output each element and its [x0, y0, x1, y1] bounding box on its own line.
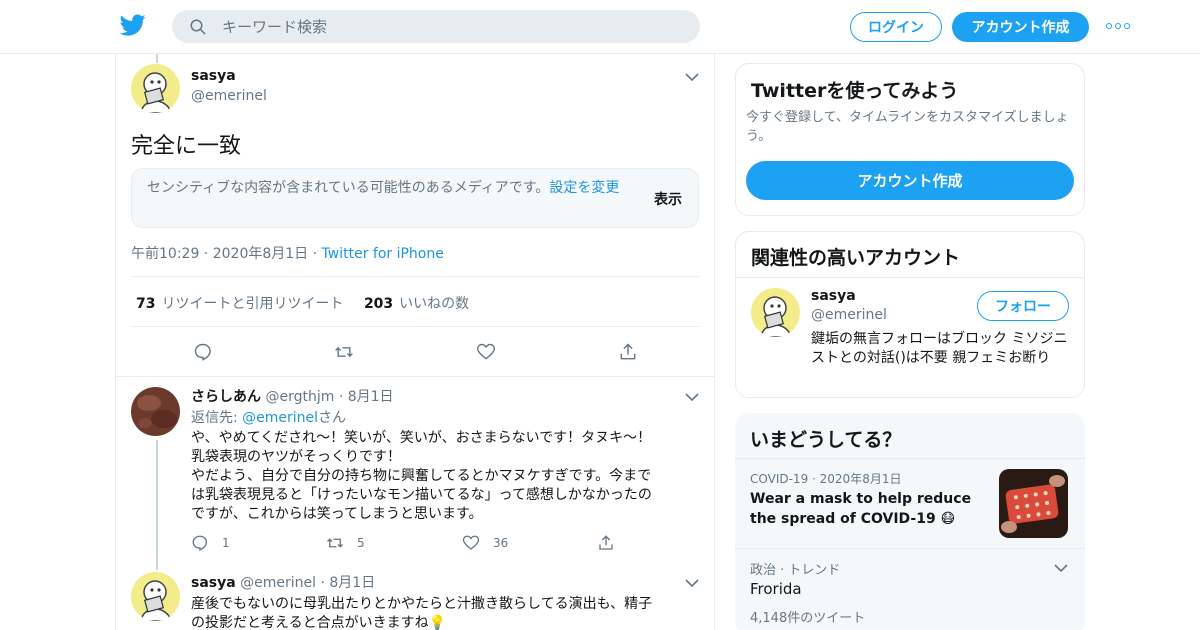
divider	[736, 277, 1084, 278]
news-thumbnail	[999, 469, 1068, 538]
tweet-metadata: 午前10:29 · 2020年8月1日 · Twitter for iPhone	[131, 246, 444, 262]
retweet-icon[interactable]	[326, 534, 344, 552]
news-item[interactable]: COVID-19 · 2020年8月1日 Wear a mask to help…	[735, 459, 1085, 548]
divider	[116, 376, 714, 377]
change-settings-link[interactable]: 設定を変更	[549, 180, 619, 196]
reply-text: や、やめてくだされ〜！笑いが、笑いが、おさまらないです！タヌキ〜！ 乳袋表現のヤ…	[191, 430, 652, 522]
sensitive-media-notice: センシティブな内容が含まれている可能性のあるメディアです。設定を変更 表示	[131, 168, 699, 228]
author-handle[interactable]: @emerinel	[191, 88, 267, 104]
share-icon[interactable]	[618, 342, 638, 362]
like-count: 36	[493, 536, 509, 550]
chevron-down-icon[interactable]	[685, 72, 699, 82]
twitter-bird-icon[interactable]	[120, 12, 146, 38]
author-name[interactable]: sasya	[191, 575, 236, 591]
retweet-icon[interactable]	[334, 342, 354, 362]
trends-card-title: いまどうしてる？	[750, 429, 902, 451]
signup-card: Twitterを使ってみよう 今すぐ登録して、タイムラインをカスタマイズしましょ…	[735, 63, 1085, 216]
tweet-date[interactable]: 8月1日	[329, 575, 375, 591]
like-action[interactable]: 36	[462, 534, 508, 552]
trend-name: Frorida	[750, 580, 802, 598]
related-account-handle[interactable]: @emerinel	[811, 307, 887, 323]
related-accounts-card: 関連性の高いアカウント sasya @emerinel フォロー 鍵垢の無言フォ…	[735, 231, 1085, 398]
tweet-date[interactable]: 2020年8月1日	[213, 246, 308, 262]
chevron-down-icon[interactable]	[685, 578, 699, 588]
signup-card-description: 今すぐ登録して、タイムラインをカスタマイズしましょう。	[746, 110, 1069, 144]
news-date: 2020年8月1日	[819, 472, 902, 486]
reply-icon[interactable]	[191, 534, 209, 552]
thread-line	[156, 440, 158, 570]
author-name[interactable]: さらしあん	[191, 389, 261, 405]
like-stat[interactable]: 203 いいねの数	[364, 296, 469, 312]
avatar[interactable]	[131, 387, 180, 436]
news-category: COVID-19	[750, 472, 809, 486]
author-name[interactable]: sasya	[191, 68, 236, 84]
related-card-title: 関連性の高いアカウント	[751, 247, 961, 269]
search-box[interactable]	[172, 10, 700, 43]
chevron-down-icon[interactable]	[685, 392, 699, 402]
divider	[131, 326, 699, 327]
retweet-action[interactable]: 5	[326, 534, 365, 552]
top-bar: ログイン アカウント作成	[0, 0, 1200, 54]
author-handle[interactable]: @emerinel	[240, 575, 316, 591]
tweet-source[interactable]: Twitter for iPhone	[322, 246, 444, 262]
trend-tweet-count: 4,148件のツイート	[750, 611, 866, 626]
tweet-time[interactable]: 午前10:29	[131, 246, 199, 262]
avatar[interactable]	[131, 572, 180, 621]
avatar[interactable]	[131, 64, 180, 113]
signup-card-button[interactable]: アカウント作成	[746, 161, 1074, 200]
trend-item[interactable]: 政治 · トレンド Frorida 4,148件のツイート	[735, 549, 1085, 630]
signup-button[interactable]: アカウント作成	[952, 12, 1089, 42]
reply-count: 1	[222, 536, 230, 550]
show-media-button[interactable]: 表示	[654, 189, 682, 209]
share-icon[interactable]	[597, 534, 615, 552]
related-account-name[interactable]: sasya	[811, 288, 856, 304]
follow-button[interactable]: フォロー	[977, 291, 1069, 321]
like-heart-icon[interactable]	[476, 342, 496, 362]
sensitive-notice-text: センシティブな内容が含まれている可能性のあるメディアです。	[147, 180, 550, 196]
main-timeline: sasya @emerinel 完全に一致 センシティブな内容が含まれている可能…	[115, 54, 715, 630]
trends-card: いまどうしてる？ COVID-19 · 2020年8月1日 Wear a mas…	[735, 413, 1085, 630]
news-headline: Wear a mask to help reduce the spread of…	[750, 491, 972, 527]
login-button[interactable]: ログイン	[850, 12, 942, 42]
like-heart-icon[interactable]	[462, 534, 480, 552]
tweet-date[interactable]: 8月1日	[348, 389, 394, 405]
search-input[interactable]	[222, 10, 682, 43]
tweet-text: 完全に一致	[131, 134, 242, 159]
thread-line	[156, 54, 158, 63]
related-account-bio: 鍵垢の無言フォローはブロック ミソジニストとの対話()は不要 親フェミお断り	[811, 331, 1068, 366]
retweet-stat[interactable]: 73 リツイートと引用リツイート	[136, 296, 343, 312]
retweet-count: 5	[357, 536, 365, 550]
trend-context: 政治 · トレンド	[750, 563, 841, 578]
divider	[131, 276, 699, 277]
reply-action[interactable]: 1	[191, 534, 230, 552]
reply-text: 産後でもないのに母乳出たりとかやたらと汁撒き散らしてる演出も、精子 の投影だと考…	[191, 596, 653, 630]
reply-to-handle-link[interactable]: @emerinel	[242, 410, 318, 426]
chevron-down-icon[interactable]	[1054, 563, 1068, 573]
reply-to: 返信先: @emerinelさん	[191, 410, 347, 426]
tweet-stats: 73 リツイートと引用リツイート 203 いいねの数	[136, 293, 469, 313]
avatar[interactable]	[751, 288, 800, 337]
author-handle[interactable]: @ergthjm	[265, 389, 334, 405]
reply-icon[interactable]	[193, 342, 213, 362]
signup-card-title: Twitterを使ってみよう	[751, 80, 959, 102]
search-icon	[190, 19, 206, 35]
more-options-icon[interactable]	[1106, 20, 1130, 32]
